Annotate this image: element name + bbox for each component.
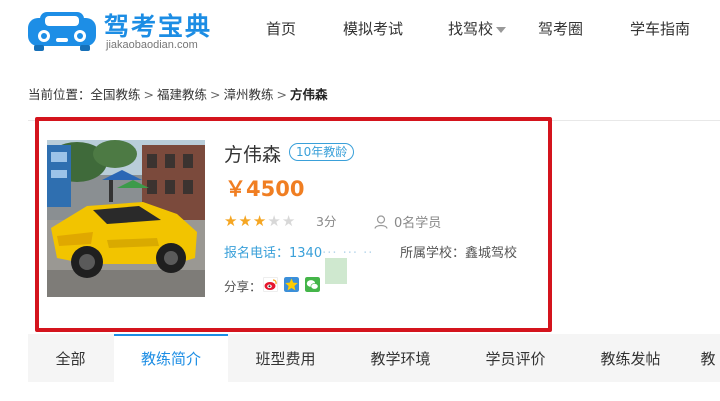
breadcrumb-separator: >	[276, 87, 288, 102]
site-logo[interactable]: 驾考宝典 jiakaobaodian.com	[26, 6, 226, 54]
tab-all[interactable]: 全部	[28, 334, 113, 382]
breadcrumb-fujian[interactable]: 福建教练	[157, 87, 207, 102]
breadcrumb-separator: >	[143, 87, 155, 102]
tab-teaching-environment[interactable]: 教学环境	[343, 334, 458, 382]
breadcrumb-zhangzhou[interactable]: 漳州教练	[224, 87, 274, 102]
nav-learning-guide[interactable]: 学车指南	[630, 18, 690, 39]
highlight-box	[35, 117, 552, 332]
tab-coach-intro[interactable]: 教练简介	[114, 334, 228, 382]
breadcrumb-national[interactable]: 全国教练	[91, 87, 141, 102]
tab-coach-posts[interactable]: 教练发帖	[573, 334, 688, 382]
chevron-down-icon	[496, 26, 507, 33]
car-logo-icon	[28, 12, 96, 51]
nav-community[interactable]: 驾考圈	[538, 18, 583, 39]
coach-tabs: 全部 教练简介 班型费用 教学环境 学员评价 教练发帖 教	[28, 334, 720, 382]
nav-mock-exam[interactable]: 模拟考试	[343, 18, 403, 39]
tab-more[interactable]: 教	[688, 334, 720, 382]
logo-title: 驾考宝典	[104, 12, 213, 41]
breadcrumb-separator: >	[210, 87, 221, 102]
logo-subtitle: jiakaobaodian.com	[106, 39, 198, 51]
breadcrumb: 当前位置：全国教练 > 福建教练 > 漳州教练 > 方伟森	[28, 84, 328, 103]
breadcrumb-prefix: 当前位置：	[28, 87, 91, 102]
nav-find-school-label: 找驾校	[448, 20, 494, 38]
site-header: 驾考宝典 jiakaobaodian.com 首页 模拟考试 找驾校 驾考圈 学…	[0, 0, 720, 60]
breadcrumb-current: 方伟森	[290, 87, 328, 102]
tab-class-fees[interactable]: 班型费用	[228, 334, 343, 382]
nav-home[interactable]: 首页	[266, 18, 296, 39]
tab-student-reviews[interactable]: 学员评价	[458, 334, 573, 382]
nav-find-school[interactable]: 找驾校	[448, 18, 507, 39]
